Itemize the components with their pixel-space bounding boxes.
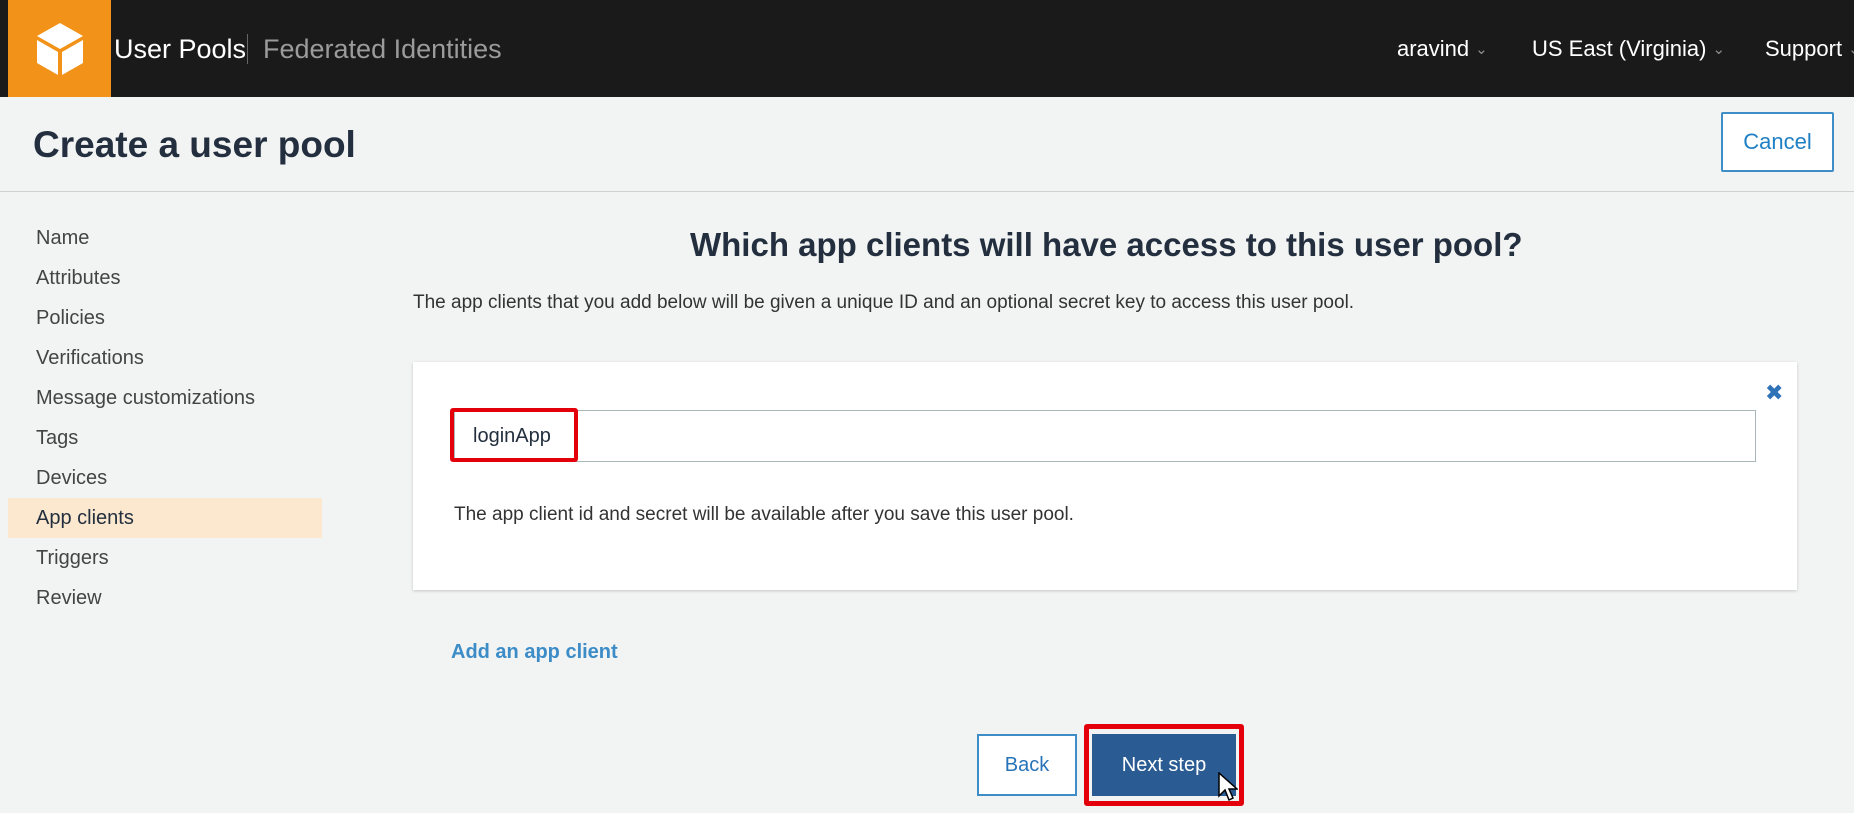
app-client-name-input[interactable] <box>454 410 1756 462</box>
wizard-steps-sidebar: Name Attributes Policies Verifications M… <box>8 218 322 618</box>
sidebar-item-triggers[interactable]: Triggers <box>8 538 322 578</box>
nav-divider <box>247 34 248 64</box>
sidebar-item-verifications[interactable]: Verifications <box>8 338 322 378</box>
section-heading: Which app clients will have access to th… <box>690 226 1523 263</box>
chevron-down-icon: ⌄ <box>1712 41 1726 58</box>
add-app-client-link[interactable]: Add an app client <box>451 641 618 664</box>
nav-user-pools[interactable]: User Pools <box>114 34 246 65</box>
sidebar-item-attributes[interactable]: Attributes <box>8 258 322 298</box>
sidebar-item-message-customizations[interactable]: Message customizations <box>8 378 322 418</box>
chevron-down-icon: ⌄ <box>1848 41 1854 58</box>
region-menu[interactable]: US East (Virginia) ⌄ <box>1532 36 1725 62</box>
cognito-logo[interactable] <box>8 0 111 97</box>
next-step-button[interactable]: Next step <box>1092 734 1236 796</box>
support-label: Support <box>1765 36 1843 61</box>
chevron-down-icon: ⌄ <box>1475 41 1488 58</box>
section-description: The app clients that you add below will … <box>413 292 1355 313</box>
account-name: aravind <box>1397 36 1470 61</box>
sidebar-item-app-clients[interactable]: App clients <box>8 498 322 538</box>
app-client-note: The app client id and secret will be ava… <box>454 504 1074 525</box>
top-navigation-bar: User Pools Federated Identities aravind ⌄… <box>0 0 1854 97</box>
close-icon[interactable]: ✖ <box>1765 380 1783 406</box>
sidebar-item-devices[interactable]: Devices <box>8 458 322 498</box>
account-menu[interactable]: aravind ⌄ <box>1397 36 1488 62</box>
page-title: Create a user pool <box>33 124 356 165</box>
nav-federated-identities[interactable]: Federated Identities <box>263 34 502 65</box>
sidebar-item-tags[interactable]: Tags <box>8 418 322 458</box>
sidebar-item-policies[interactable]: Policies <box>8 298 322 338</box>
app-client-card <box>413 362 1797 590</box>
cube-icon <box>36 22 83 75</box>
cancel-button[interactable]: Cancel <box>1721 112 1834 172</box>
sidebar-item-review[interactable]: Review <box>8 578 322 618</box>
region-name: US East (Virginia) <box>1532 36 1707 61</box>
support-menu[interactable]: Support ⌄ <box>1765 36 1854 62</box>
back-button[interactable]: Back <box>977 734 1077 796</box>
sidebar-item-name[interactable]: Name <box>8 218 322 258</box>
